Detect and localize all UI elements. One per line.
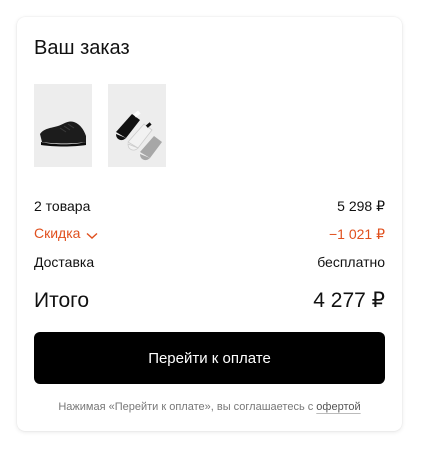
order-items-thumbnails [34, 84, 166, 167]
order-title: Ваш заказ [34, 37, 130, 59]
chevron-down-icon [86, 227, 98, 243]
delivery-value: бесплатно [317, 254, 385, 270]
order-summary-card: Ваш заказ 2 товара 5 298 ₽ Скидка −1 021… [17, 17, 402, 431]
discount-value: −1 021 ₽ [328, 225, 385, 242]
terms-note: Нажимая «Перейти к оплате», вы соглашает… [17, 401, 402, 413]
order-breakdown: 2 товара 5 298 ₽ Скидка −1 021 ₽ Доставк… [34, 192, 385, 276]
items-count-row: 2 товара 5 298 ₽ [34, 192, 385, 220]
delivery-label: Доставка [34, 254, 95, 270]
delivery-row: Доставка бесплатно [34, 248, 385, 276]
total-row: Итого 4 277 ₽ [34, 287, 385, 315]
total-label: Итого [34, 289, 90, 312]
proceed-to-payment-button[interactable]: Перейти к оплате [34, 332, 385, 384]
discount-toggle[interactable]: Скидка [34, 225, 98, 242]
offer-link[interactable]: офертой [316, 401, 360, 413]
item-thumbnail-socks[interactable] [108, 84, 166, 167]
item-thumbnail-sneaker[interactable] [34, 84, 92, 167]
black-sneaker-image [40, 121, 86, 147]
terms-note-text: Нажимая «Перейти к оплате», вы соглашает… [58, 401, 314, 413]
items-price-value: 5 298 ₽ [337, 197, 385, 214]
socks-set-image [116, 110, 162, 161]
items-count-label: 2 товара [34, 198, 91, 214]
total-value: 4 277 ₽ [313, 289, 385, 312]
discount-row[interactable]: Скидка −1 021 ₽ [34, 220, 385, 248]
discount-label: Скидка [34, 225, 81, 242]
